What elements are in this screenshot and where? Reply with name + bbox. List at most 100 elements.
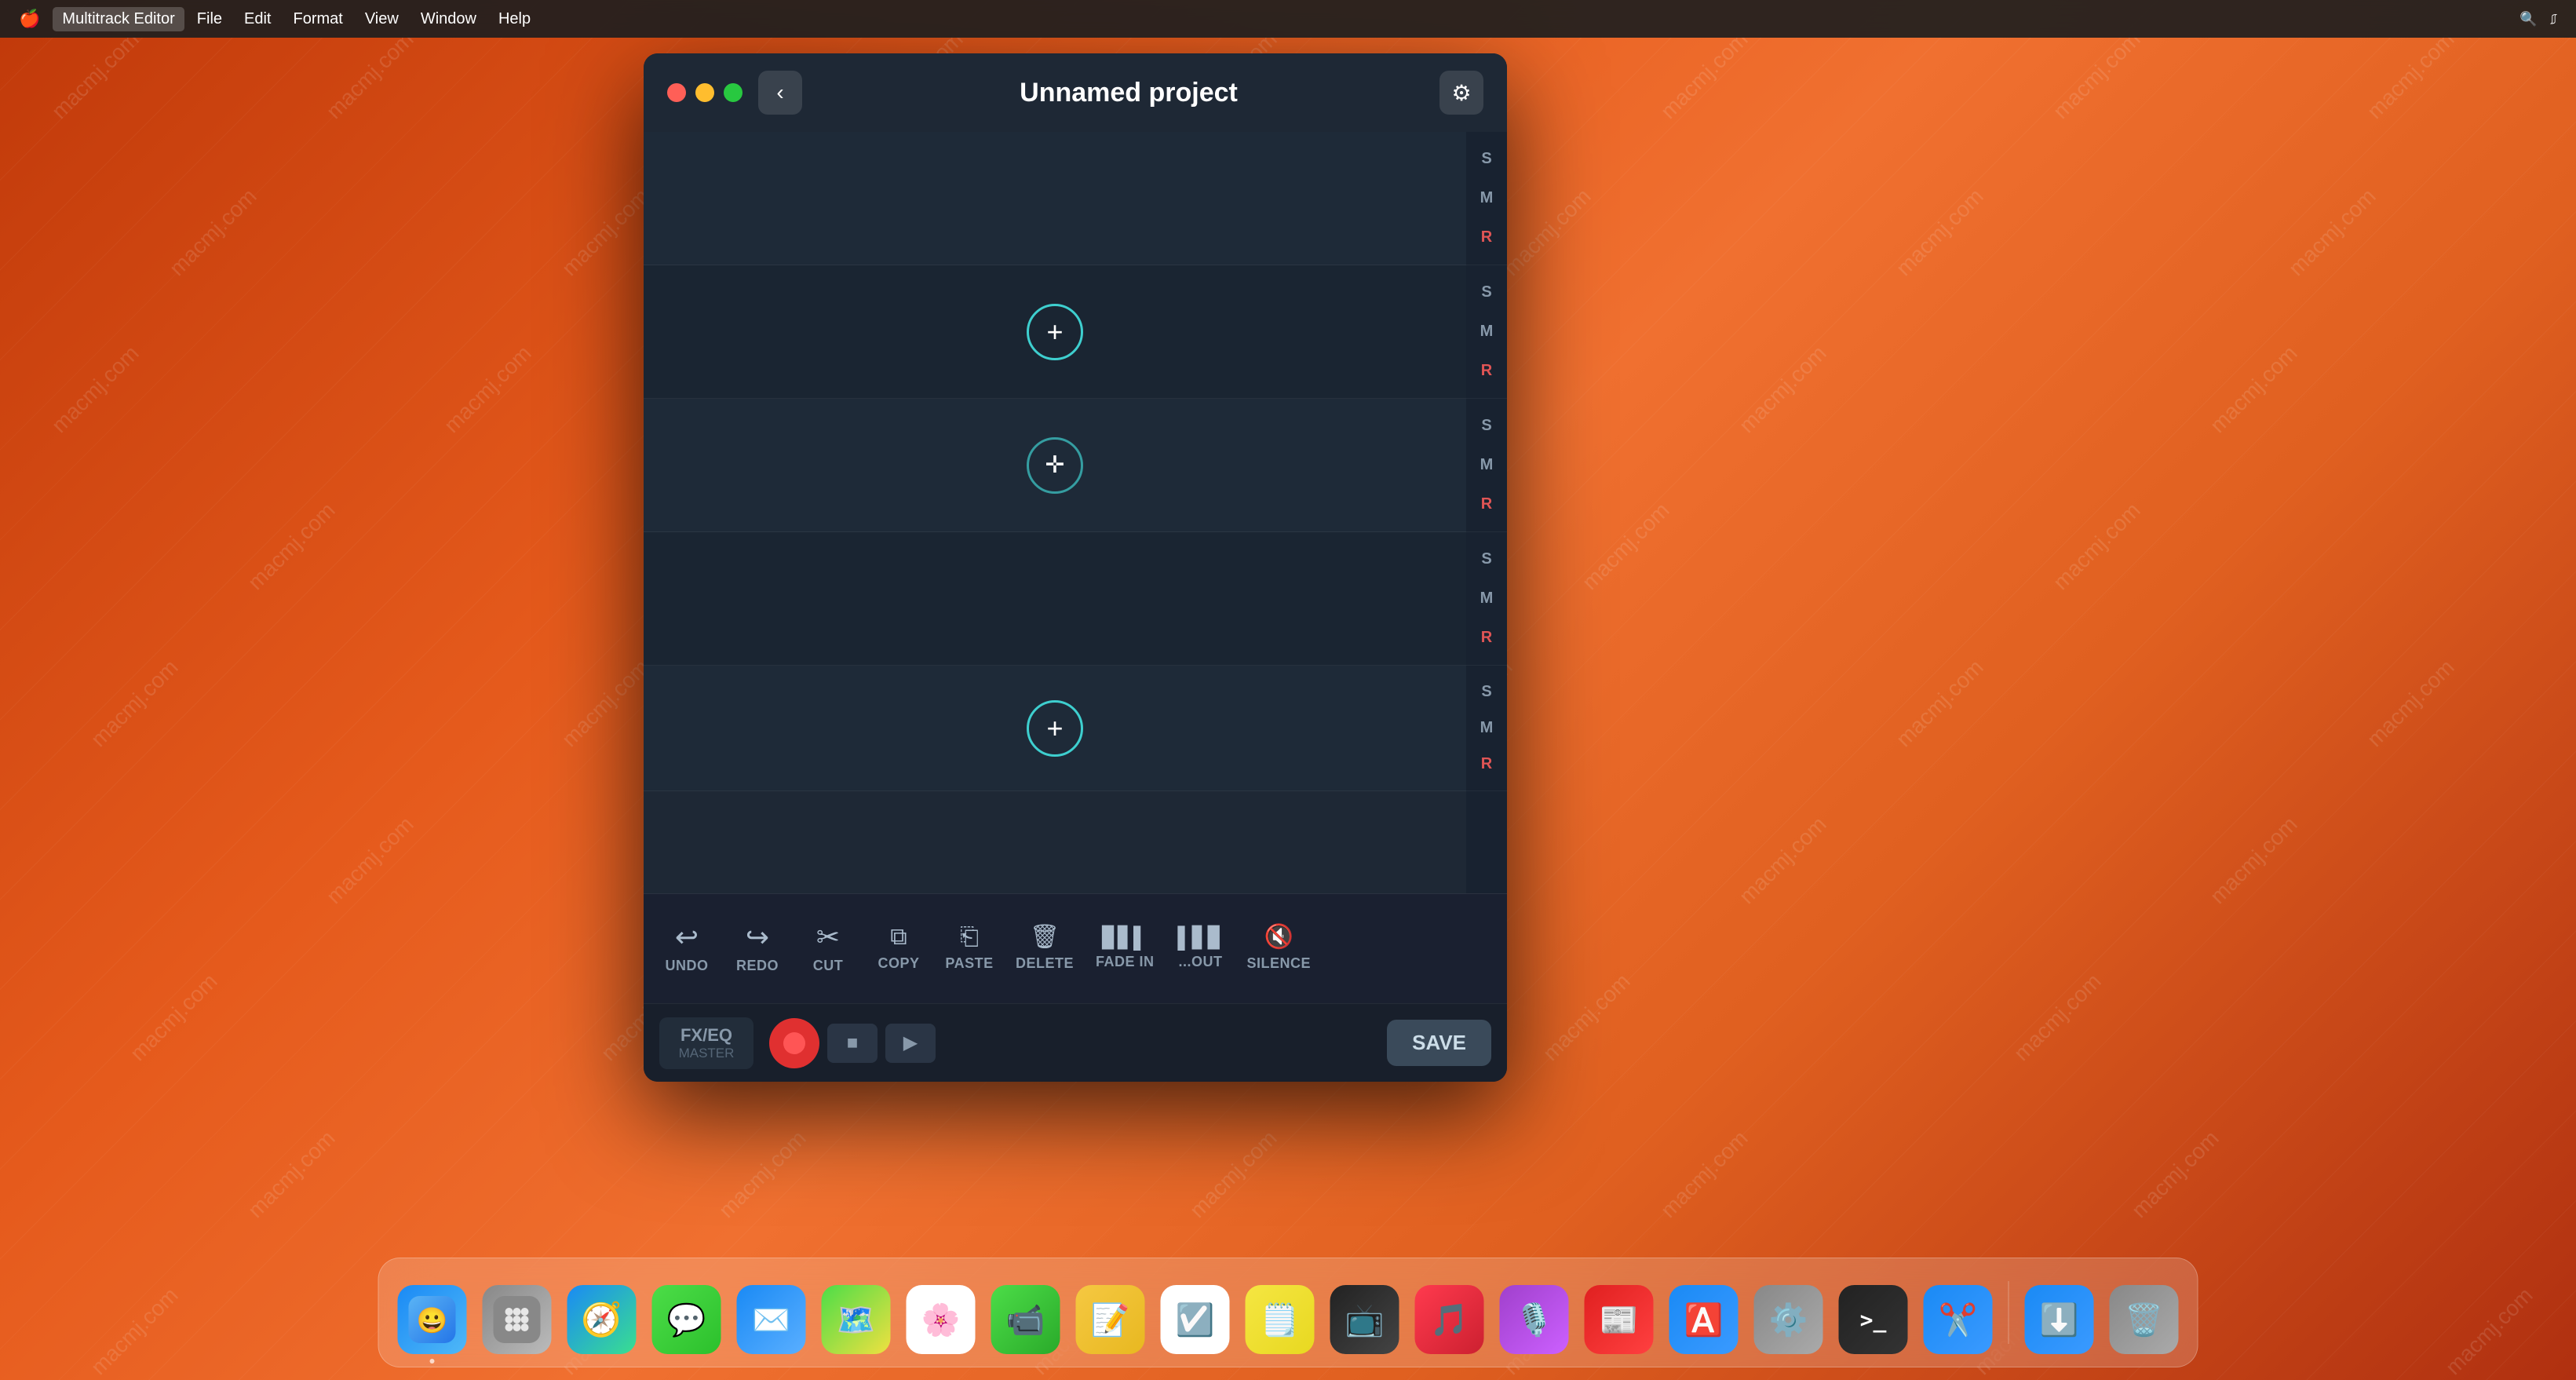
dock-terminal[interactable]: >_ (1836, 1282, 1911, 1357)
fade-out-button[interactable]: ▌▋▊ ...OUT (1166, 919, 1236, 978)
fade-in-button[interactable]: ▊▋▌ FADE IN (1085, 919, 1166, 978)
mute-button-2[interactable]: M (1471, 319, 1502, 344)
add-track-button[interactable]: + (1027, 700, 1083, 757)
stop-button[interactable]: ■ (827, 1024, 878, 1063)
toolbar: ↩ UNDO ↪ REDO ✂ CUT ⧉ COPY ⎗ PASTE 🗑 DEL… (644, 893, 1507, 1003)
cut-icon: ✂ (816, 923, 840, 951)
apple-menu[interactable]: 🍎 (19, 9, 40, 29)
play-icon: ▶ (903, 1031, 918, 1054)
dock-stickies[interactable]: 🗒️ (1242, 1282, 1318, 1357)
svg-text:😀: 😀 (417, 1306, 448, 1334)
dock-mail[interactable]: ✉️ (734, 1282, 809, 1357)
record-button-1[interactable]: R (1471, 225, 1502, 250)
menubar-format[interactable]: Format (283, 7, 352, 31)
titlebar: ‹ Unnamed project ⚙ (644, 53, 1507, 132)
solo-button-1[interactable]: S (1471, 147, 1502, 172)
silence-label: SILENCE (1247, 955, 1312, 972)
gear-icon: ⚙ (1451, 80, 1471, 106)
copy-label: COPY (878, 955, 919, 972)
dock-facetime[interactable]: 📹 (988, 1282, 1064, 1357)
delete-button[interactable]: 🗑 DELETE (1005, 918, 1085, 980)
silence-button[interactable]: 🔇 SILENCE (1236, 918, 1323, 980)
dock-sysprefs[interactable]: ⚙️ (1751, 1282, 1826, 1357)
record-button-3[interactable]: R (1471, 491, 1502, 517)
solo-button-3[interactable]: S (1471, 414, 1502, 439)
solo-button-4[interactable]: S (1471, 547, 1502, 572)
menubar-right-icon-2: ⎎ (2550, 11, 2557, 27)
record-button-2[interactable]: R (1471, 358, 1502, 383)
dock-scissors-app[interactable]: ✂️ (1921, 1282, 1996, 1357)
mute-button-1[interactable]: M (1471, 185, 1502, 210)
undo-button[interactable]: ↩ UNDO (651, 915, 722, 982)
record-button-5[interactable]: R (1471, 752, 1502, 777)
track-row (644, 132, 1466, 265)
dock-messages[interactable]: 💬 (649, 1282, 724, 1357)
dock-music[interactable]: 🎵 (1412, 1282, 1487, 1357)
paste-icon: ⎗ (960, 925, 979, 949)
add-track-button[interactable]: ✛ (1027, 437, 1083, 494)
dock-podcasts[interactable]: 🎙️ (1497, 1282, 1572, 1357)
dock-maps[interactable]: 🗺️ (819, 1282, 894, 1357)
fx-eq-label: FX/EQ (680, 1025, 732, 1046)
dock-reminders[interactable]: ☑️ (1158, 1282, 1233, 1357)
menubar-help[interactable]: Help (489, 7, 540, 31)
copy-button[interactable]: ⧉ COPY (863, 918, 934, 980)
maximize-button[interactable] (724, 83, 743, 102)
dock-appletv[interactable]: 📺 (1327, 1282, 1403, 1357)
mute-button-4[interactable]: M (1471, 586, 1502, 611)
dock-appstore[interactable]: 🅰️ (1666, 1282, 1742, 1357)
undo-label: UNDO (666, 958, 709, 974)
tracks-main: + ✛ + (644, 132, 1466, 893)
dock-news[interactable]: 📰 (1582, 1282, 1657, 1357)
plus-icon: + (1046, 318, 1063, 346)
menubar-view[interactable]: View (356, 7, 408, 31)
back-button[interactable]: ‹ (758, 71, 802, 115)
save-button[interactable]: SAVE (1387, 1020, 1491, 1066)
track-row: ✛ (644, 399, 1466, 532)
app-window: ‹ Unnamed project ⚙ + ✛ (644, 53, 1507, 1082)
minimize-button[interactable] (695, 83, 714, 102)
menubar-file[interactable]: File (188, 7, 232, 31)
record-dot (783, 1032, 805, 1054)
add-track-button[interactable]: + (1027, 304, 1083, 360)
menubar-right-icon-1: 🔍 (2519, 11, 2537, 27)
paste-button[interactable]: ⎗ PASTE (934, 918, 1005, 980)
dock-downloads[interactable]: ⬇️ (2022, 1282, 2097, 1357)
fade-in-label: FADE IN (1096, 954, 1155, 970)
dock-notes[interactable]: 📝 (1073, 1282, 1148, 1357)
track-controls-5: S M R (1466, 666, 1507, 791)
dock-safari[interactable]: 🧭 (564, 1282, 640, 1357)
mute-button-5[interactable]: M (1471, 715, 1502, 740)
delete-label: DELETE (1016, 955, 1074, 972)
cut-button[interactable]: ✂ CUT (793, 915, 863, 982)
dock-finder[interactable]: 😀 (395, 1282, 470, 1357)
redo-icon: ↪ (746, 923, 769, 951)
dock-trash[interactable]: 🗑️ (2107, 1282, 2182, 1357)
record-button-4[interactable]: R (1471, 625, 1502, 650)
dock-launchpad[interactable] (480, 1282, 555, 1357)
fade-out-label: ...OUT (1179, 954, 1223, 970)
track-controls-1: S M R (1466, 132, 1507, 265)
project-title: Unnamed project (818, 78, 1439, 108)
solo-button-5[interactable]: S (1471, 679, 1502, 704)
record-button[interactable] (769, 1018, 819, 1068)
track-row: + (644, 265, 1466, 399)
fx-eq-section[interactable]: FX/EQ MASTER (659, 1017, 753, 1069)
close-button[interactable] (667, 83, 686, 102)
play-button[interactable]: ▶ (885, 1024, 936, 1063)
redo-button[interactable]: ↪ REDO (722, 915, 793, 982)
solo-button-2[interactable]: S (1471, 280, 1502, 305)
stop-icon: ■ (847, 1032, 859, 1054)
master-label: MASTER (679, 1046, 735, 1061)
traffic-lights (667, 83, 743, 102)
plus-icon: ✛ (1045, 454, 1064, 477)
track-row: + (644, 666, 1466, 791)
redo-label: REDO (736, 958, 779, 974)
menubar-window[interactable]: Window (411, 7, 486, 31)
settings-button[interactable]: ⚙ (1439, 71, 1483, 115)
menubar-edit[interactable]: Edit (235, 7, 280, 31)
dock-photos[interactable]: 🌸 (903, 1282, 979, 1357)
mute-button-3[interactable]: M (1471, 452, 1502, 477)
menubar-app-name[interactable]: Multitrack Editor (53, 7, 184, 31)
menubar-right-area: 🔍 ⎎ (2519, 11, 2557, 27)
